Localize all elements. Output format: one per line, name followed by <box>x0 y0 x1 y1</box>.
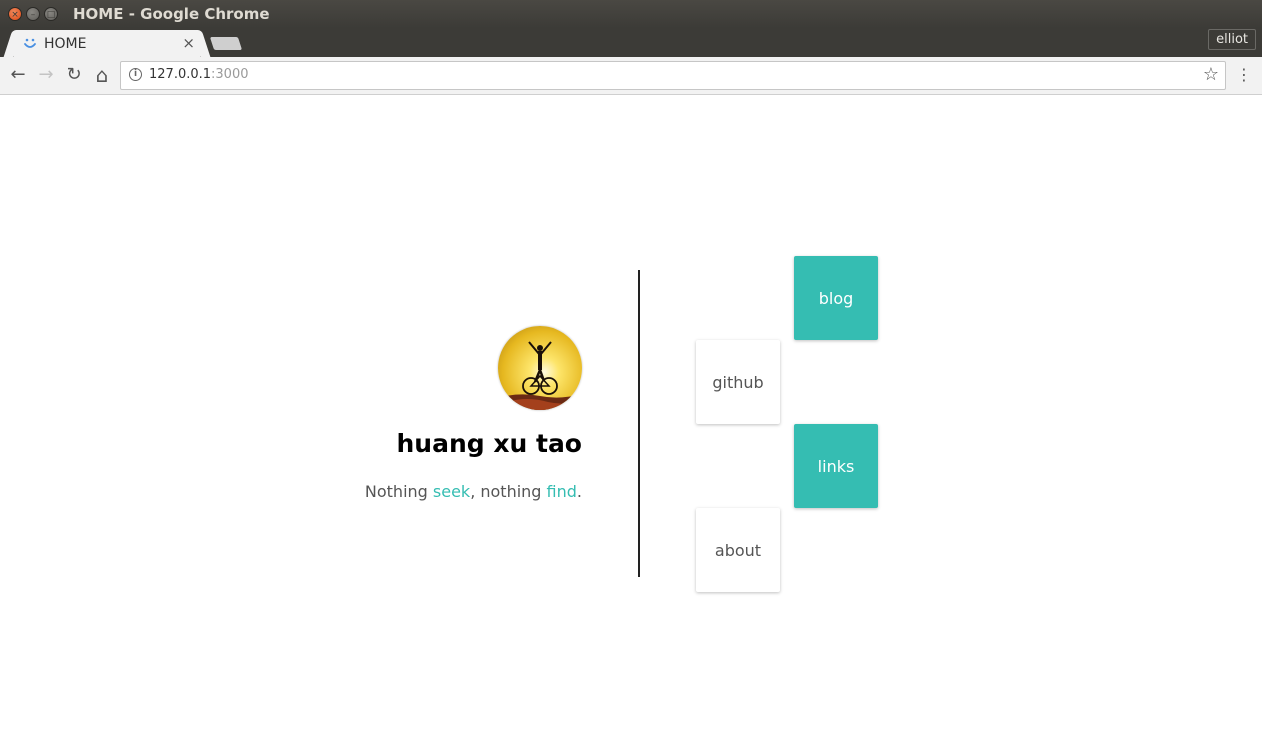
page-content: huang xu tao Nothing seek, nothing find.… <box>0 95 1262 753</box>
bookmark-star-icon[interactable]: ☆ <box>1203 64 1219 85</box>
links-tile[interactable]: links <box>794 424 878 508</box>
window-maximize-button[interactable]: □ <box>44 7 58 21</box>
avatar <box>498 326 582 410</box>
smiley-favicon-icon <box>24 38 36 48</box>
github-tile[interactable]: github <box>696 340 780 424</box>
back-arrow-icon[interactable]: ← <box>8 65 28 85</box>
motto-highlight-seek: seek <box>432 482 471 501</box>
motto-highlight-find: find <box>546 482 577 501</box>
motto-part-3: . <box>576 482 582 501</box>
menu-dots-icon[interactable]: ⋮ <box>1236 65 1252 85</box>
author-name: huang xu tao <box>396 429 583 458</box>
window-titlebar: × – □ HOME - Google Chrome <box>0 0 1262 28</box>
window-controls: × – □ <box>8 7 58 21</box>
motto: Nothing seek, nothing find. <box>365 482 582 501</box>
tab-strip: HOME × elliot <box>0 28 1262 57</box>
url-host: 127.0.0.1 <box>149 67 212 82</box>
home-icon[interactable]: ⌂ <box>92 65 112 85</box>
motto-part-1: Nothing <box>364 482 433 501</box>
address-bar[interactable]: i 127.0.0.1:3000 ☆ <box>120 61 1226 90</box>
window-minimize-button[interactable]: – <box>26 7 40 21</box>
url-text[interactable]: 127.0.0.1:3000 <box>149 67 249 82</box>
blog-tile[interactable]: blog <box>794 256 878 340</box>
browser-toolbar: ← → ↻ ⌂ i 127.0.0.1:3000 ☆ ⋮ <box>0 57 1262 95</box>
about-tile[interactable]: about <box>696 508 780 592</box>
info-icon[interactable]: i <box>129 68 142 81</box>
tab-title: HOME <box>44 36 87 52</box>
new-tab-button[interactable] <box>209 37 243 50</box>
window-close-button[interactable]: × <box>8 7 22 21</box>
profile-button[interactable]: elliot <box>1208 29 1256 50</box>
avatar-image <box>498 326 582 410</box>
reload-icon[interactable]: ↻ <box>64 65 84 85</box>
window-title: HOME - Google Chrome <box>73 5 270 23</box>
url-port: :3000 <box>211 67 249 82</box>
tab-close-icon[interactable]: × <box>182 34 195 52</box>
motto-part-2: , nothing <box>470 482 547 501</box>
tab-home[interactable]: HOME × <box>14 30 200 57</box>
vertical-divider <box>638 270 640 577</box>
forward-arrow-icon[interactable]: → <box>36 65 56 85</box>
